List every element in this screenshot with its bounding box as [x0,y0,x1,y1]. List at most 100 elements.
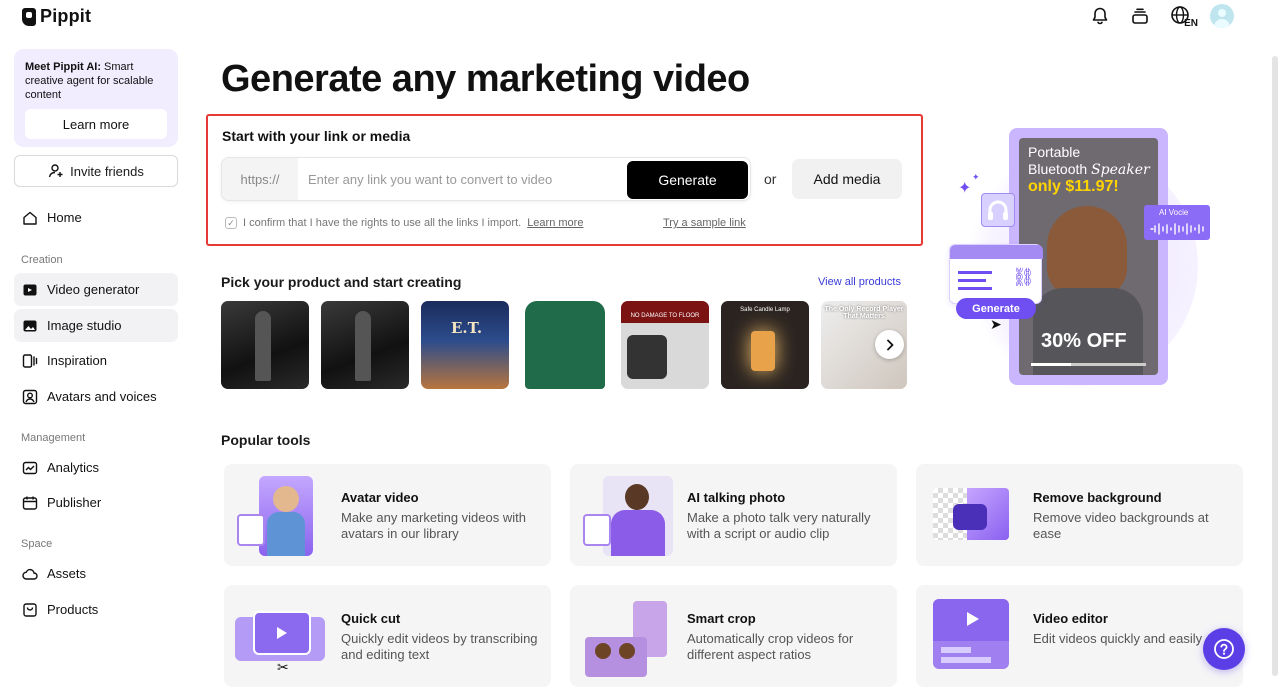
tool-description: Make a photo talk very naturally with a … [687,510,871,541]
section-space: Space [21,538,53,550]
sidebar-item-label: Home [47,210,82,225]
view-all-products-link[interactable]: View all products [818,276,901,288]
carousel-next-button[interactable] [875,330,904,359]
product-box-icon [23,602,37,617]
tool-card-avatar-video[interactable]: Avatar video Make any marketing videos w… [224,464,551,566]
promo-card: Meet Pippit AI: Smart creative agent for… [14,49,178,147]
sidebar-item-assets[interactable]: Assets [14,557,178,590]
hero-product-line2: Bluetooth Speaker [1028,161,1150,178]
sidebar-item-label: Analytics [47,460,100,475]
rights-confirmation: ✓ I confirm that I have the rights to us… [225,217,583,229]
cloud-icon [22,568,38,580]
sidebar-item-inspiration[interactable]: Inspiration [14,344,178,377]
talking-photo-thumbnail [581,474,677,556]
brand-logo[interactable]: Pippit [22,6,91,27]
sidebar-item-label: Inspiration [47,353,107,368]
rights-checkbox[interactable]: ✓ [225,217,237,229]
product-card[interactable]: Safe Candle Lamp [721,301,809,389]
language-code: EN [1184,18,1198,29]
learn-more-button[interactable]: Learn more [25,109,167,139]
sidebar-item-label: Assets [47,566,87,581]
add-media-button[interactable]: Add media [792,159,902,199]
tool-card-video-editor[interactable]: Video editor Edit videos quickly and eas… [916,585,1243,687]
layers-icon[interactable] [1128,4,1152,28]
product-card[interactable]: E.T. [421,301,509,389]
hero-card-header [950,245,1043,259]
tool-description: Remove video backgrounds at ease [1033,510,1209,541]
avatar-video-thumbnail [235,474,331,556]
user-avatar[interactable] [1210,4,1234,28]
invite-friends-button[interactable]: Invite friends [14,155,178,187]
sidebar: Meet Pippit AI: Smart creative agent for… [14,49,178,617]
product-carousel: E.T. NO DAMAGE TO FLOOR Safe Candle Lamp… [221,301,907,389]
analytics-icon [22,461,38,474]
hero-product-line2a: Bluetooth [1028,161,1092,177]
sidebar-item-avatars-voices[interactable]: Avatars and voices [14,380,178,413]
chevron-right-icon [886,339,893,350]
hero-discount: 30% OFF [1041,330,1127,352]
language-selector[interactable]: EN [1168,4,1198,29]
avatar-icon [22,389,38,404]
hero-person [1047,206,1127,298]
product-caption: Safe Candle Lamp [740,307,790,313]
video-editor-thumbnail [927,595,1023,677]
invite-friends-label: Invite friends [70,163,144,179]
promo-title: Meet Pippit AI: [25,61,101,73]
product-card[interactable] [521,301,609,389]
hero-price: only $11.97! [1028,178,1119,195]
tool-card-smart-crop[interactable]: Smart crop Automatically crop videos for… [570,585,897,687]
url-input[interactable] [308,168,618,190]
tool-description: Automatically crop videos for different … [687,631,854,662]
sidebar-item-analytics[interactable]: Analytics [14,451,178,484]
video-generator-icon [23,284,37,295]
or-separator: or [764,171,777,187]
tool-name: Quick cut [341,611,401,626]
link-input-group: https:// Generate [221,157,751,201]
ai-voice-card: AI Vocie [1144,205,1210,240]
confirm-text: I confirm that I have the rights to use … [243,217,522,229]
help-button[interactable] [1203,628,1245,670]
bell-icon[interactable] [1088,4,1112,28]
tool-card-remove-background[interactable]: Remove background Remove video backgroun… [916,464,1243,566]
hero-progress-bar [1031,363,1146,366]
sidebar-item-video-generator[interactable]: Video generator [14,273,178,306]
quick-cut-thumbnail: ✂ [235,595,331,677]
sidebar-item-products[interactable]: Products [14,593,178,626]
sidebar-item-home[interactable]: Home [14,201,178,234]
sidebar-item-label: Products [47,602,99,617]
tool-name: Remove background [1033,490,1162,505]
popular-tools-title: Popular tools [221,432,311,448]
products-title: Pick your product and start creating [221,274,462,290]
sidebar-item-image-studio[interactable]: Image studio [14,309,178,342]
tool-name: Avatar video [341,490,419,505]
section-creation: Creation [21,254,63,266]
product-caption: E.T. [451,319,483,337]
tool-card-quick-cut[interactable]: ✂ Quick cut Quickly edit videos by trans… [224,585,551,687]
inspiration-icon [22,353,38,368]
headphones-icon [981,193,1015,227]
tool-name: Video editor [1033,611,1108,626]
pippit-logo-icon [22,7,36,26]
top-actions: EN [1088,4,1234,29]
confirm-learn-more-link[interactable]: Learn more [527,217,583,229]
try-sample-link[interactable]: Try a sample link [663,217,746,229]
sidebar-item-label: Image studio [47,318,122,333]
link-section-title: Start with your link or media [222,128,411,144]
sidebar-item-label: Publisher [47,495,102,510]
waveform-icon [1150,223,1204,235]
sidebar-item-label: Avatars and voices [47,389,157,404]
app-root: Pippit EN Meet Pippit AI: Smart creative… [0,0,1280,696]
generate-button[interactable]: Generate [627,161,748,199]
product-card[interactable]: NO DAMAGE TO FLOOR [621,301,709,389]
link-input-section: Start with your link or media https:// G… [206,114,923,246]
section-management: Management [21,432,86,444]
remove-background-thumbnail [927,474,1023,556]
calendar-icon [22,496,38,510]
hero-product-line2b: Speaker [1091,162,1150,178]
tool-card-ai-talking-photo[interactable]: AI talking photo Make a photo talk very … [570,464,897,566]
sidebar-item-publisher[interactable]: Publisher [14,486,178,519]
product-card[interactable] [321,301,409,389]
page-scrollbar[interactable] [1272,56,1278,676]
tool-description: Quickly edit videos by transcribing and … [341,631,538,662]
product-card[interactable] [221,301,309,389]
